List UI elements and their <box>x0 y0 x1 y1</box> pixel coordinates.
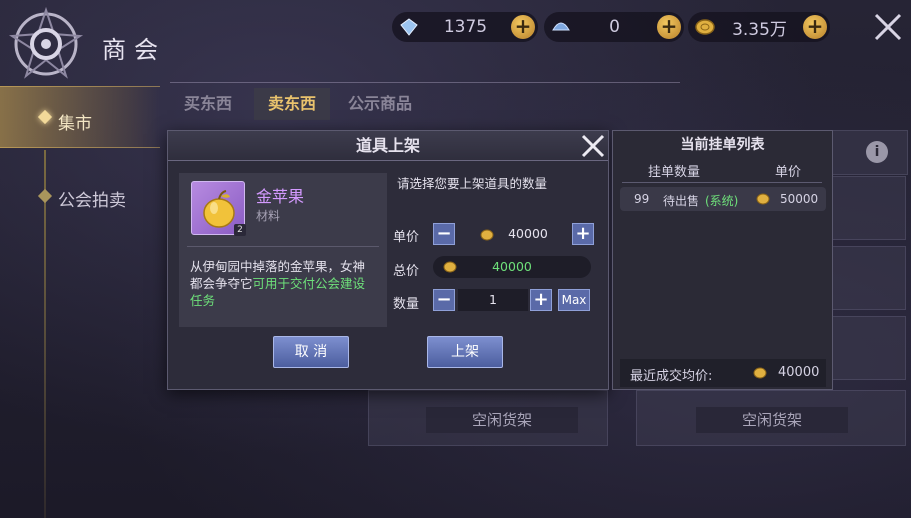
info-icon[interactable]: i <box>866 141 888 163</box>
table-row[interactable]: 99 待出售 (系统) 50000 <box>620 187 826 211</box>
nav-divider <box>44 150 46 518</box>
resource-shell: 0 + <box>544 12 684 42</box>
gold-coin-icon <box>753 367 767 379</box>
resource-gem: 1375 + <box>392 12 538 42</box>
price-increase-button[interactable]: + <box>572 223 594 245</box>
tab-sell[interactable]: 卖东西 <box>254 88 331 120</box>
shell-icon <box>552 22 570 31</box>
gold-coin-icon <box>443 261 457 273</box>
quantity-input[interactable]: 1 <box>458 289 528 311</box>
recent-average-price: 最近成交均价: 40000 <box>620 359 826 387</box>
total-price-field: 40000 <box>433 256 591 278</box>
page-title: 商会 <box>102 36 166 64</box>
cancel-button[interactable]: 取 消 <box>273 336 349 368</box>
unit-price-label: 单价 <box>393 230 420 245</box>
tabs-divider <box>170 82 680 83</box>
unit-price-field[interactable]: 40000 <box>458 223 570 245</box>
gold-coin-icon <box>695 19 715 35</box>
price-decrease-button[interactable]: − <box>433 223 455 245</box>
quantity-increase-button[interactable]: + <box>530 289 552 311</box>
gold-count: 3.35万 <box>732 19 787 40</box>
gold-coin-icon <box>756 193 770 205</box>
resource-gold: 3.35万 + <box>688 12 830 42</box>
row-price: 50000 <box>780 192 819 206</box>
quantity-decrease-button[interactable]: − <box>433 289 455 311</box>
add-gem-button[interactable]: + <box>511 15 535 39</box>
quantity-label: 数量 <box>393 297 420 312</box>
empty-shelf-label: 空闲货架 <box>696 407 848 433</box>
add-gold-button[interactable]: + <box>803 15 827 39</box>
row-status-tag: (系统) <box>705 194 739 208</box>
recent-price-value: 40000 <box>778 365 820 380</box>
tab-buy[interactable]: 买东西 <box>170 88 246 120</box>
shell-count: 0 <box>609 17 620 37</box>
item-count-badge: 2 <box>234 224 246 236</box>
column-header-price: 单价 <box>775 165 802 180</box>
close-icon[interactable] <box>871 10 905 44</box>
gem-count: 1375 <box>443 17 488 37</box>
row-quantity: 99 <box>634 192 650 206</box>
recent-price-label: 最近成交均价: <box>630 369 713 384</box>
gem-icon <box>400 18 418 36</box>
gold-coin-icon <box>480 229 494 240</box>
column-header-quantity: 挂单数量 <box>648 165 701 180</box>
item-description: 从伊甸园中掉落的金苹果，女神都会争夺它可用于交付公会建设任务 <box>190 258 375 309</box>
empty-shelf-label: 空闲货架 <box>426 407 578 433</box>
listings-divider <box>622 182 822 183</box>
listings-title: 当前挂单列表 <box>680 137 765 153</box>
total-price-value: 40000 <box>492 259 532 274</box>
add-shell-button[interactable]: + <box>657 15 681 39</box>
tab-public-goods[interactable]: 公示商品 <box>334 88 426 120</box>
confirm-list-button[interactable]: 上架 <box>427 336 503 368</box>
max-quantity-button[interactable]: Max <box>558 289 590 311</box>
guild-emblem-icon <box>8 6 84 79</box>
shelf-slot <box>830 316 906 380</box>
item-type: 材料 <box>256 209 281 223</box>
shelf-slot <box>830 176 906 240</box>
close-dialog-icon[interactable] <box>579 132 607 160</box>
unit-price-value: 40000 <box>508 226 548 241</box>
total-price-label: 总价 <box>393 264 420 279</box>
dialog-title: 道具上架 <box>168 131 608 161</box>
sidebar-item-guild-auction[interactable]: 公会拍卖 <box>58 186 126 211</box>
row-status: 待出售 <box>663 194 700 208</box>
item-name: 金苹果 <box>256 187 305 206</box>
quantity-prompt: 请选择您要上架道具的数量 <box>397 176 548 191</box>
shelf-slot <box>830 246 906 310</box>
sidebar-item-market-label: 集市 <box>58 114 92 134</box>
